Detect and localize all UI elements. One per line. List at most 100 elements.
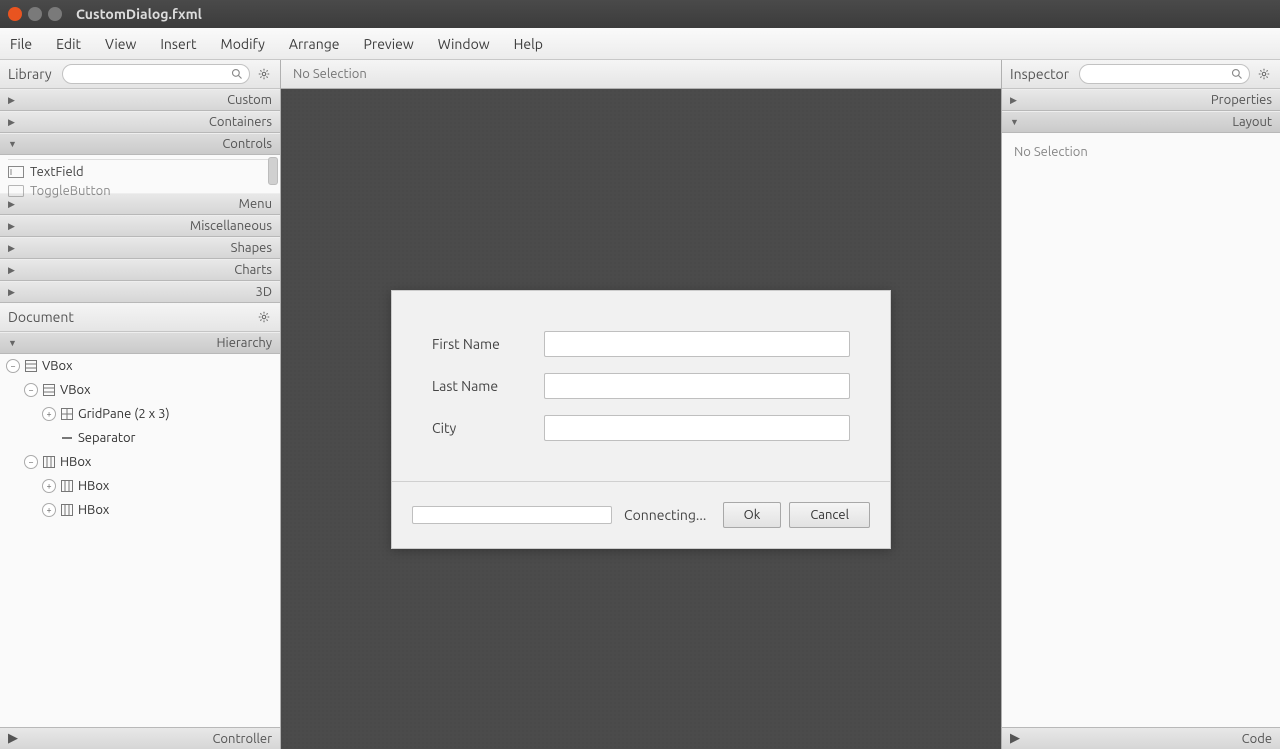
menu-window[interactable]: Window <box>438 36 490 52</box>
vbox-icon <box>24 359 38 373</box>
hbox-icon <box>60 479 74 493</box>
library-search-input[interactable] <box>62 64 250 84</box>
titlebar: CustomDialog.fxml <box>0 0 1280 28</box>
vbox-icon <box>42 383 56 397</box>
inspector-search-input[interactable] <box>1079 64 1250 84</box>
library-section-3d[interactable]: ▶ 3D <box>0 281 280 303</box>
document-title: Document <box>8 309 74 325</box>
collapse-icon[interactable]: − <box>6 359 20 373</box>
city-input[interactable] <box>544 415 850 441</box>
menu-insert[interactable]: Insert <box>160 36 196 52</box>
controls-list[interactable]: TextField ToggleButton <box>0 155 280 193</box>
section-label: Containers <box>209 115 272 129</box>
document-section-controller[interactable]: ▶ Controller <box>0 727 280 749</box>
menu-preview[interactable]: Preview <box>364 36 414 52</box>
section-label: Menu <box>239 197 272 211</box>
menu-help[interactable]: Help <box>514 36 543 52</box>
section-label: Controller <box>212 732 272 746</box>
menu-arrange[interactable]: Arrange <box>289 36 340 52</box>
separator-icon <box>60 431 74 445</box>
chevron-right-icon: ▶ <box>8 221 15 232</box>
library-section-charts[interactable]: ▶ Charts <box>0 259 280 281</box>
chevron-right-icon: ▶ <box>8 95 15 106</box>
chevron-down-icon: ▼ <box>8 338 17 348</box>
tree-node-hbox[interactable]: + HBox <box>0 498 280 522</box>
section-label: 3D <box>255 285 272 299</box>
inspector-gear-button[interactable] <box>1256 66 1272 82</box>
library-header: Library <box>0 60 280 89</box>
tree-node-gridpane[interactable]: + GridPane (2 x 3) <box>0 402 280 426</box>
togglebutton-icon <box>8 185 24 197</box>
document-header: Document <box>0 303 280 332</box>
tree-node-hbox[interactable]: − HBox <box>0 450 280 474</box>
design-canvas[interactable]: First Name Last Name City Connecti <box>281 89 1001 749</box>
center-panel: No Selection First Name Last Name City <box>281 60 1001 749</box>
chevron-right-icon: ▶ <box>8 731 18 746</box>
tree-node-vbox[interactable]: − VBox <box>0 354 280 378</box>
library-section-custom[interactable]: ▶ Custom <box>0 89 280 111</box>
first-name-input[interactable] <box>544 331 850 357</box>
last-name-label: Last Name <box>432 378 544 394</box>
expand-icon[interactable]: + <box>42 407 56 421</box>
menu-edit[interactable]: Edit <box>56 36 81 52</box>
library-section-containers[interactable]: ▶ Containers <box>0 111 280 133</box>
window-buttons <box>8 7 62 21</box>
expand-icon[interactable]: + <box>42 503 56 517</box>
scrollbar-thumb[interactable] <box>268 157 278 185</box>
first-name-label: First Name <box>432 336 544 352</box>
tree-node-label: VBox <box>60 383 91 397</box>
tree-node-separator[interactable]: Separator <box>0 426 280 450</box>
section-label: Code <box>1242 732 1272 746</box>
tree-node-label: HBox <box>78 503 109 517</box>
library-section-controls[interactable]: ▼ Controls <box>0 133 280 155</box>
list-item-label: ToggleButton <box>30 184 111 198</box>
close-icon[interactable] <box>8 7 22 21</box>
left-panel: Library ▶ Custom ▶ Containers ▼ Controls… <box>0 60 281 749</box>
menu-file[interactable]: File <box>10 36 32 52</box>
document-gear-button[interactable] <box>256 309 272 325</box>
dialog-footer: Connecting... Ok Cancel <box>392 482 890 548</box>
section-label: Layout <box>1232 115 1272 129</box>
minimize-icon[interactable] <box>28 7 42 21</box>
maximize-icon[interactable] <box>48 7 62 21</box>
cancel-button[interactable]: Cancel <box>789 502 870 528</box>
section-label: Properties <box>1211 93 1272 107</box>
form-row-city: City <box>432 415 850 441</box>
list-item[interactable]: TextField <box>0 160 280 184</box>
main-layout: Library ▶ Custom ▶ Containers ▼ Controls… <box>0 60 1280 749</box>
library-section-shapes[interactable]: ▶ Shapes <box>0 237 280 259</box>
chevron-down-icon: ▼ <box>1010 117 1019 127</box>
last-name-input[interactable] <box>544 373 850 399</box>
search-icon <box>231 68 243 80</box>
library-section-miscellaneous[interactable]: ▶ Miscellaneous <box>0 215 280 237</box>
menu-view[interactable]: View <box>105 36 136 52</box>
tree-node-label: Separator <box>78 431 136 445</box>
chevron-down-icon: ▼ <box>8 139 17 149</box>
chevron-right-icon: ▶ <box>8 265 15 276</box>
ok-button-label: Ok <box>744 508 761 522</box>
collapse-icon[interactable]: − <box>24 383 38 397</box>
tree-node-vbox[interactable]: − VBox <box>0 378 280 402</box>
ok-button[interactable]: Ok <box>723 502 782 528</box>
custom-dialog[interactable]: First Name Last Name City Connecti <box>391 290 891 549</box>
form-row-last-name: Last Name <box>432 373 850 399</box>
inspector-section-code[interactable]: ▶ Code <box>1002 727 1280 749</box>
chevron-right-icon: ▶ <box>1010 731 1020 746</box>
selection-breadcrumb: No Selection <box>281 60 1001 89</box>
document-section-hierarchy[interactable]: ▼ Hierarchy <box>0 332 280 354</box>
inspector-header: Inspector <box>1002 60 1280 89</box>
menu-modify[interactable]: Modify <box>221 36 265 52</box>
dialog-body: First Name Last Name City <box>392 291 890 481</box>
tree-node-label: HBox <box>78 479 109 493</box>
collapse-icon[interactable]: − <box>24 455 38 469</box>
gear-icon <box>1257 67 1271 81</box>
section-label: Custom <box>227 93 272 107</box>
library-gear-button[interactable] <box>256 66 272 82</box>
inspector-section-layout[interactable]: ▼ Layout <box>1002 111 1280 133</box>
tree-node-hbox[interactable]: + HBox <box>0 474 280 498</box>
chevron-right-icon: ▶ <box>1010 95 1017 106</box>
inspector-section-properties[interactable]: ▶ Properties <box>1002 89 1280 111</box>
tree-node-label: GridPane (2 x 3) <box>78 407 170 421</box>
list-item[interactable]: ToggleButton <box>0 184 280 198</box>
expand-icon[interactable]: + <box>42 479 56 493</box>
